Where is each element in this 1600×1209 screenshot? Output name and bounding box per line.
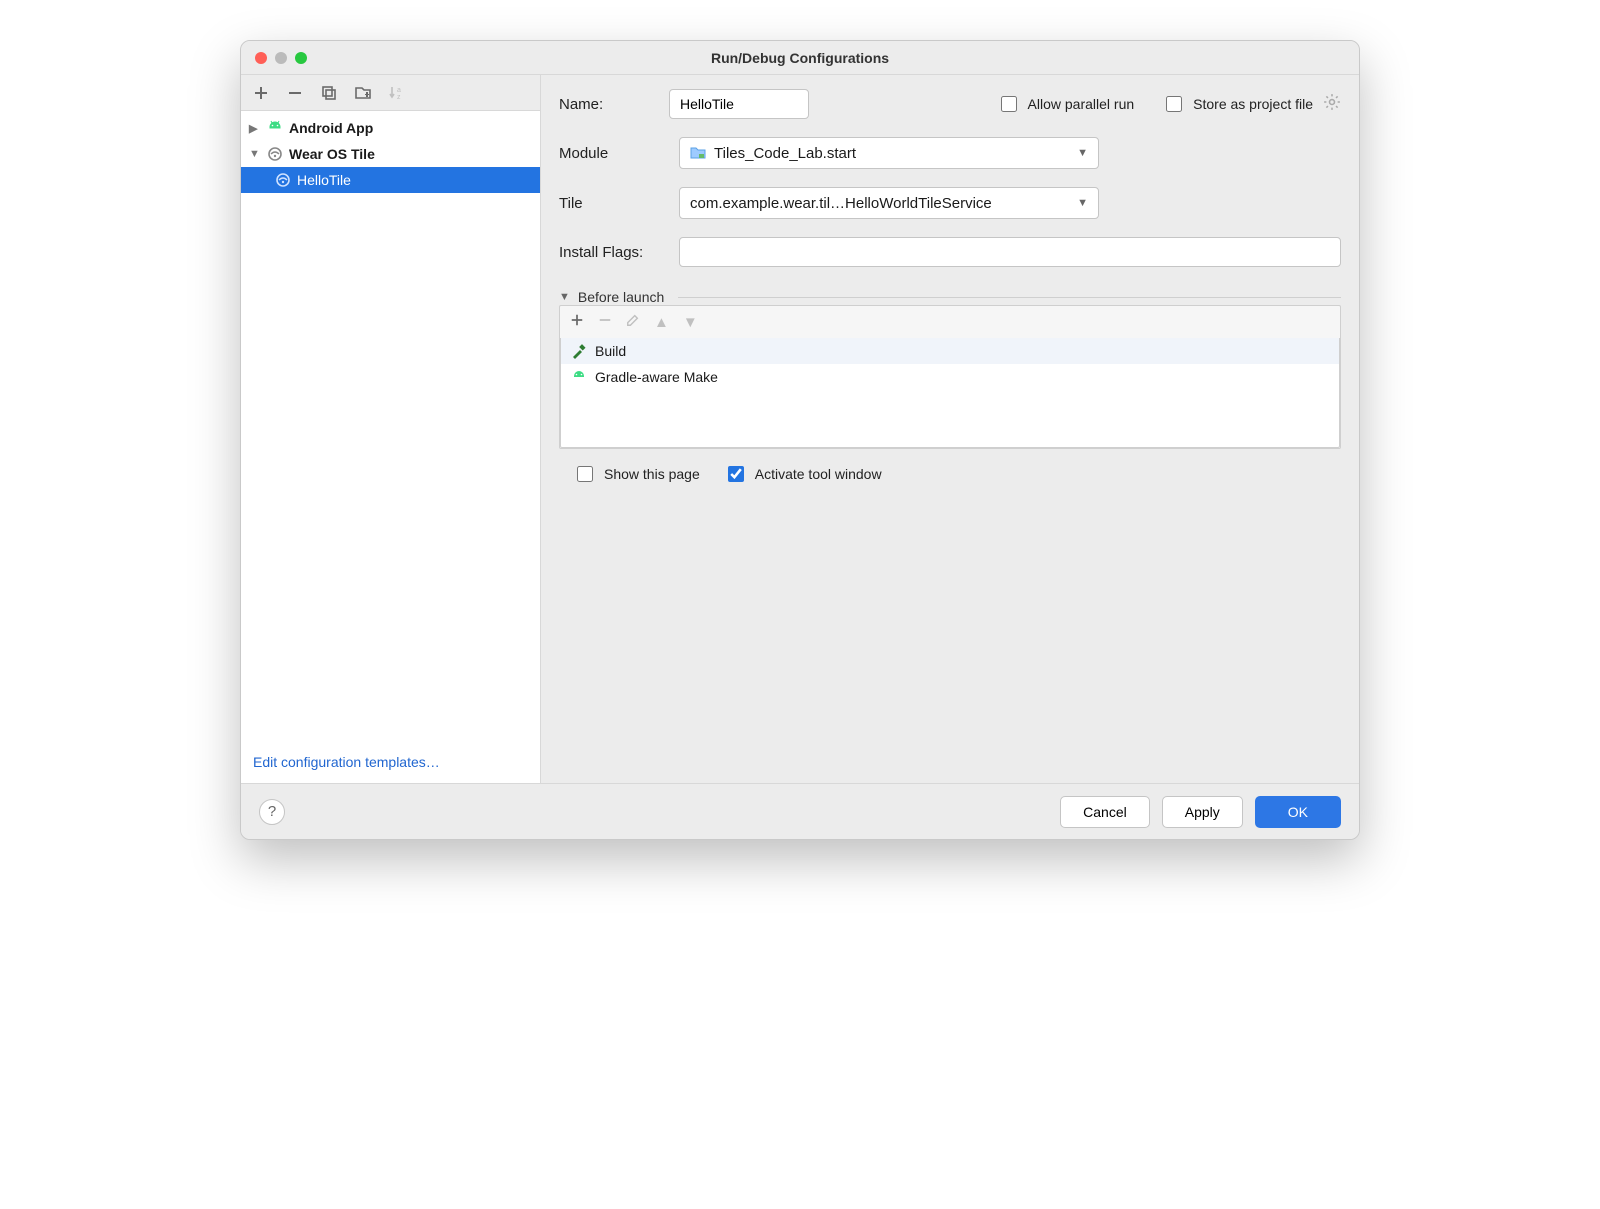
- tree-group-wear-os-tile[interactable]: ▼ Wear OS Tile: [241, 141, 540, 167]
- save-template-button[interactable]: [353, 83, 373, 103]
- show-page-checkbox[interactable]: Show this page: [573, 463, 700, 485]
- cancel-button[interactable]: Cancel: [1060, 796, 1150, 828]
- tile-combo[interactable]: com.example.wear.til…HelloWorldTileServi…: [679, 187, 1099, 219]
- remove-config-button[interactable]: [285, 83, 305, 103]
- sidebar-toolbar: az: [241, 75, 540, 111]
- module-label: Module: [559, 145, 669, 162]
- wear-tile-icon: [267, 146, 283, 162]
- remove-task-button[interactable]: [598, 313, 612, 331]
- install-flags-label: Install Flags:: [559, 244, 669, 261]
- svg-text:z: z: [397, 94, 401, 101]
- android-icon: [571, 369, 587, 385]
- main-panel: Name: Allow parallel run Store as projec…: [541, 75, 1359, 783]
- name-input[interactable]: [669, 89, 809, 119]
- move-down-button[interactable]: ▼: [683, 314, 698, 331]
- chevron-down-icon: ▼: [1077, 197, 1088, 209]
- chevron-down-icon: ▼: [249, 148, 261, 160]
- move-up-button[interactable]: ▲: [654, 314, 669, 331]
- android-icon: [267, 120, 283, 136]
- store-project-label: Store as project file: [1193, 96, 1313, 112]
- dialog-window: Run/Debug Configurations az: [240, 40, 1360, 840]
- copy-config-button[interactable]: [319, 83, 339, 103]
- add-config-button[interactable]: [251, 83, 271, 103]
- sort-alpha-button[interactable]: az: [387, 83, 407, 103]
- tile-value: com.example.wear.til…HelloWorldTileServi…: [690, 195, 992, 212]
- task-label: Build: [595, 343, 626, 359]
- before-launch-panel: ▲ ▼ Build Gradle-aware Make: [559, 305, 1341, 449]
- config-tree[interactable]: ▶ Android App ▼ Wear OS Tile HelloTile: [241, 111, 540, 744]
- show-page-label: Show this page: [604, 466, 700, 482]
- activate-tool-input[interactable]: [728, 466, 744, 482]
- before-launch-list[interactable]: Build Gradle-aware Make: [560, 338, 1340, 448]
- activate-tool-checkbox[interactable]: Activate tool window: [724, 463, 882, 485]
- wear-tile-icon: [275, 172, 291, 188]
- edit-task-button[interactable]: [626, 313, 640, 331]
- store-project-checkbox[interactable]: Store as project file: [1162, 93, 1313, 115]
- show-page-input[interactable]: [577, 466, 593, 482]
- before-launch-item-gradle[interactable]: Gradle-aware Make: [561, 364, 1339, 390]
- before-launch-header[interactable]: ▼ Before launch: [559, 289, 1341, 305]
- module-value: Tiles_Code_Lab.start: [714, 145, 856, 162]
- apply-button[interactable]: Apply: [1162, 796, 1243, 828]
- tree-item-label: HelloTile: [297, 172, 351, 188]
- add-task-button[interactable]: [570, 313, 584, 331]
- dialog-buttons: ? Cancel Apply OK: [241, 783, 1359, 839]
- module-combo[interactable]: Tiles_Code_Lab.start ▼: [679, 137, 1099, 169]
- hammer-icon: [571, 343, 587, 359]
- allow-parallel-input[interactable]: [1001, 96, 1017, 112]
- tree-item-hellotile[interactable]: HelloTile: [241, 167, 540, 193]
- window-title: Run/Debug Configurations: [241, 50, 1359, 66]
- allow-parallel-checkbox[interactable]: Allow parallel run: [997, 93, 1135, 115]
- allow-parallel-label: Allow parallel run: [1028, 96, 1135, 112]
- svg-text:a: a: [397, 87, 401, 94]
- before-launch-toolbar: ▲ ▼: [560, 306, 1340, 338]
- chevron-down-icon: ▼: [559, 291, 570, 303]
- activate-tool-label: Activate tool window: [755, 466, 882, 482]
- titlebar: Run/Debug Configurations: [241, 41, 1359, 75]
- name-label: Name:: [559, 96, 659, 113]
- install-flags-input[interactable]: [679, 237, 1341, 267]
- ok-button[interactable]: OK: [1255, 796, 1341, 828]
- store-project-input[interactable]: [1166, 96, 1182, 112]
- tree-group-label: Android App: [289, 120, 373, 136]
- help-button[interactable]: ?: [259, 799, 285, 825]
- gear-icon[interactable]: [1323, 93, 1341, 115]
- before-launch-label: Before launch: [578, 289, 664, 305]
- sidebar: az ▶ Android App ▼ Wear OS Tile HelloTil…: [241, 75, 541, 783]
- tree-group-android-app[interactable]: ▶ Android App: [241, 115, 540, 141]
- tree-group-label: Wear OS Tile: [289, 146, 375, 162]
- tile-label: Tile: [559, 195, 669, 212]
- module-folder-icon: [690, 145, 706, 161]
- chevron-down-icon: ▼: [1077, 147, 1088, 159]
- edit-templates-link[interactable]: Edit configuration templates…: [253, 754, 440, 770]
- before-launch-item-build[interactable]: Build: [561, 338, 1339, 364]
- chevron-right-icon: ▶: [249, 122, 261, 135]
- task-label: Gradle-aware Make: [595, 369, 718, 385]
